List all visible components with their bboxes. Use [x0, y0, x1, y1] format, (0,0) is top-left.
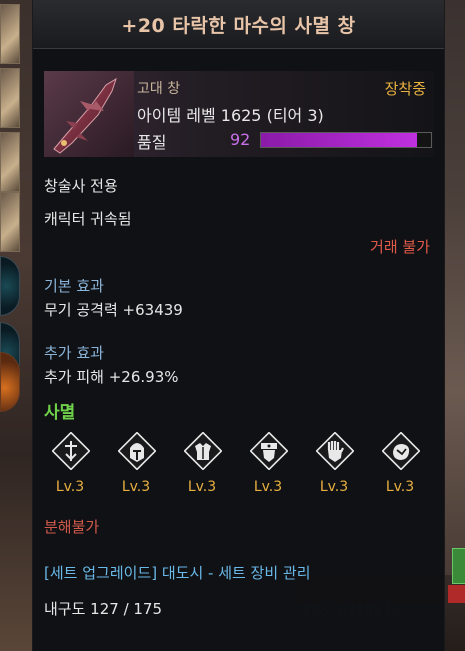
- dismantle-status: 분해불가: [44, 518, 100, 536]
- quality-label: 품질: [137, 133, 167, 152]
- inventory-slot[interactable]: [0, 4, 20, 64]
- engraving-item[interactable]: Lv.3: [308, 430, 360, 498]
- destruction-title: 사멸: [44, 403, 76, 423]
- base-effect-value: 무기 공격력 +63439: [44, 301, 183, 319]
- inventory-slot[interactable]: [0, 132, 20, 192]
- spear-icon: [44, 71, 134, 157]
- quality-bar-fill: [261, 133, 418, 147]
- plus-button[interactable]: [452, 548, 465, 584]
- inventory-slot[interactable]: [0, 192, 20, 252]
- item-grade: 고대 창: [137, 81, 181, 97]
- engraving-item[interactable]: Lv.3: [110, 430, 162, 498]
- engraving-item[interactable]: Lv.3: [242, 430, 294, 498]
- extra-effect-value: 추가 피해 +26.93%: [44, 368, 179, 386]
- item-name: +20 타락한 마수의 사멸 창: [121, 14, 356, 37]
- helmet-icon: [118, 432, 156, 470]
- base-effect-title: 기본 효과: [44, 277, 104, 295]
- inventory-slot[interactable]: [0, 68, 20, 128]
- item-summary: 고대 창 장착중 아이템 레벨 1625 (티어 3) 품질 92: [44, 71, 434, 157]
- sword-crest-icon: [52, 432, 90, 470]
- item-level: 아이템 레벨 1625 (티어 3): [137, 106, 324, 125]
- trade-status: 거래 불가: [370, 238, 430, 256]
- item-tooltip: +20 타락한 마수의 사멸 창 고대 창 장착중 아이템 레벨 1625 (티…: [33, 0, 444, 651]
- durability: 내구도 127 / 175: [44, 600, 163, 618]
- engraving-level: Lv.3: [55, 479, 85, 495]
- hand-icon: [316, 432, 354, 470]
- set-upgrade-link[interactable]: [세트 업그레이드] 대도시 - 세트 장비 관리: [44, 562, 311, 583]
- engraving-level: Lv.3: [121, 479, 151, 495]
- class-restriction: 창술사 전용: [44, 177, 118, 195]
- equipped-status: 장착중: [384, 80, 426, 98]
- engraving-level: Lv.3: [385, 479, 415, 495]
- bag-icon: [382, 432, 420, 470]
- bound-status: 캐릭터 귀속됨: [44, 210, 132, 228]
- extra-effect-title: 추가 효과: [44, 344, 104, 362]
- engraving-level: Lv.3: [253, 479, 283, 495]
- engraving-item[interactable]: Lv.3: [44, 430, 96, 498]
- engraving-item[interactable]: Lv.3: [374, 430, 426, 498]
- gloves-icon: [250, 432, 288, 470]
- armor-icon: [184, 432, 222, 470]
- engraving-level: Lv.3: [187, 479, 217, 495]
- engraving-item[interactable]: Lv.3: [176, 430, 228, 498]
- quality-value: 92: [230, 130, 251, 149]
- background-red-indicator: [448, 585, 465, 603]
- engraving-row: Lv.3 Lv.3 Lv.3 Lv.3 Lv.3 Lv.3: [44, 430, 434, 498]
- engraving-level: Lv.3: [319, 479, 349, 495]
- tooltip-title-bar: +20 타락한 마수의 사멸 창: [33, 0, 444, 49]
- quality-bar: [260, 132, 432, 148]
